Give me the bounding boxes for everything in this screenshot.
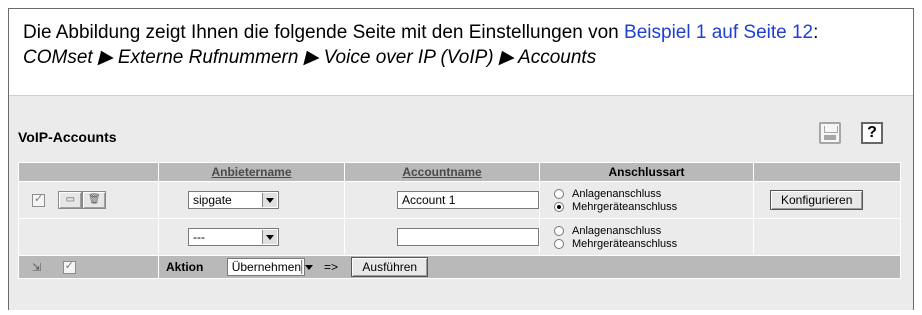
account-cell: Account 1 — [344, 181, 540, 219]
radio-option[interactable]: Mehrgeräteanschluss — [554, 200, 753, 213]
page-title: VoIP-Accounts — [18, 129, 117, 145]
table-footer: ⇲ Aktion Übernehmen => Ausführen — [18, 255, 901, 279]
empty-cell — [753, 218, 901, 256]
row-controls — [18, 218, 159, 256]
delete-icon[interactable]: 🗑 — [82, 191, 107, 209]
radio-option[interactable]: Mehrgeräteanschluss — [554, 237, 753, 250]
header-connection-type: Anschlussart — [539, 162, 754, 182]
action-label: Aktion — [166, 260, 204, 274]
intro-text: Die Abbildung zeigt Ihnen die folgende S… — [23, 20, 903, 70]
save-icon[interactable] — [819, 122, 841, 144]
provider-select[interactable]: --- — [188, 228, 279, 246]
radio-label: Mehrgeräteanschluss — [572, 200, 678, 213]
table-header: Anbietername Accountname Anschlussart — [18, 162, 901, 182]
configure-cell: Konfigurieren — [753, 181, 901, 219]
table-row: --- Anlagenanschluss Mehrgeräteanschluss — [18, 218, 901, 256]
accounts-table: Anbietername Accountname Anschlussart ▭🗑… — [18, 162, 901, 279]
chevron-down-icon[interactable] — [262, 230, 277, 244]
help-button[interactable]: ? — [861, 122, 883, 144]
footer-actions: Aktion Übernehmen => Ausführen — [158, 255, 901, 279]
radio-mehrgeraeteanschluss[interactable] — [554, 238, 564, 249]
radio-option[interactable]: Anlagenanschluss — [554, 224, 753, 237]
radio-label: Anlagenanschluss — [572, 224, 662, 237]
save-row-icon[interactable]: ▭ — [58, 191, 83, 209]
radio-label: Mehrgeräteanschluss — [572, 237, 678, 250]
provider-select[interactable]: sipgate — [188, 191, 279, 209]
page-frame: Die Abbildung zeigt Ihnen die folgende S… — [8, 8, 914, 310]
header-provider[interactable]: Anbietername — [158, 162, 345, 182]
provider-value: --- — [193, 230, 205, 244]
account-cell — [344, 218, 540, 256]
select-all-checkbox[interactable] — [62, 259, 76, 275]
radio-option[interactable]: Anlagenanschluss — [554, 187, 753, 200]
account-name-input[interactable] — [397, 228, 539, 246]
action-select[interactable]: Übernehmen — [226, 258, 311, 276]
voip-accounts-panel: VoIP-Accounts ? Anbietername Accountname… — [9, 95, 913, 310]
header-actions — [753, 162, 901, 182]
intro-text-after: : — [813, 22, 819, 43]
radio-mehrgeraeteanschluss[interactable] — [554, 201, 564, 212]
chevron-down-icon[interactable] — [301, 260, 311, 274]
menu-path: COMset ▶ Externe Rufnummern ▶ Voice over… — [23, 47, 597, 68]
footer-controls: ⇲ — [18, 255, 159, 279]
action-value: Übernehmen — [231, 260, 302, 274]
connection-type-cell: Anlagenanschluss Mehrgeräteanschluss — [539, 218, 754, 256]
provider-cell: --- — [158, 218, 345, 256]
header-select — [18, 162, 159, 182]
radio-anlagenanschluss[interactable] — [554, 188, 564, 199]
row-controls: ▭🗑 — [18, 181, 159, 219]
arrow-label: => — [324, 260, 339, 274]
chevron-down-icon[interactable] — [262, 193, 277, 207]
account-name-input[interactable]: Account 1 — [397, 191, 539, 209]
row-checkbox[interactable] — [32, 192, 45, 207]
select-all-icon[interactable]: ⇲ — [32, 261, 41, 274]
radio-anlagenanschluss[interactable] — [554, 225, 564, 236]
provider-value: sipgate — [193, 193, 232, 207]
provider-cell: sipgate — [158, 181, 345, 219]
example-link[interactable]: Beispiel 1 auf Seite 12 — [624, 22, 813, 43]
header-account[interactable]: Accountname — [344, 162, 540, 182]
connection-type-cell: Anlagenanschluss Mehrgeräteanschluss — [539, 181, 754, 219]
configure-button[interactable]: Konfigurieren — [770, 190, 864, 210]
intro-text-before: Die Abbildung zeigt Ihnen die folgende S… — [23, 22, 625, 43]
table-row: ▭🗑 sipgate Account 1 Anlagenanschluss Me… — [18, 181, 901, 219]
execute-button[interactable]: Ausführen — [351, 257, 429, 277]
radio-label: Anlagenanschluss — [572, 187, 662, 200]
